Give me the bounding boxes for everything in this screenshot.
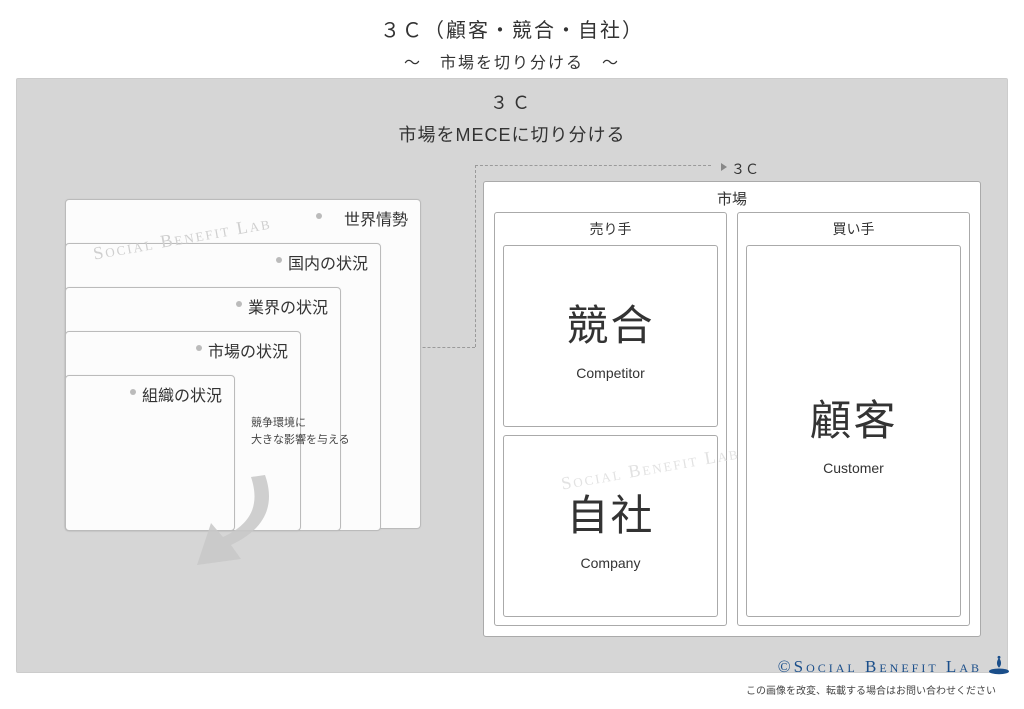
dot-icon bbox=[196, 345, 202, 351]
customer-cell: 顧客 Customer bbox=[746, 245, 961, 617]
competitor-jp: 競合 bbox=[566, 292, 654, 353]
three-c-frame: ３Ｃ 市場 売り手 競合 Competitor 自社 Company bbox=[483, 159, 981, 639]
page-title: ３Ｃ（顧客・競合・自社） bbox=[0, 0, 1024, 43]
arrowhead-icon bbox=[721, 163, 727, 171]
stack-label: 世界情勢 bbox=[344, 206, 408, 230]
dot-icon bbox=[316, 213, 322, 219]
stack-label: 業界の状況 bbox=[248, 294, 328, 318]
footer-note: この画像を改変、転載する場合はお問い合わせください bbox=[746, 682, 996, 697]
competitor-en: Competitor bbox=[576, 365, 644, 381]
seller-title: 売り手 bbox=[503, 219, 718, 239]
market-columns: 売り手 競合 Competitor 自社 Company 買い手 bbox=[494, 212, 970, 626]
connector-vertical bbox=[475, 165, 476, 347]
page-subtitle: 〜 市場を切り分ける 〜 bbox=[0, 49, 1024, 73]
market-box: 市場 売り手 競合 Competitor 自社 Company bbox=[483, 181, 981, 637]
brand-logo-icon bbox=[988, 655, 1010, 675]
seller-column: 売り手 競合 Competitor 自社 Company bbox=[494, 212, 727, 626]
company-en: Company bbox=[581, 555, 641, 571]
stack-label: 国内の状況 bbox=[288, 250, 368, 274]
market-title: 市場 bbox=[494, 188, 970, 209]
buyer-title: 買い手 bbox=[746, 219, 961, 239]
arrow-note-line2: 大きな影響を与える bbox=[251, 432, 350, 449]
competitor-cell: 競合 Competitor bbox=[503, 245, 718, 427]
page: ３Ｃ（顧客・競合・自社） 〜 市場を切り分ける 〜 ３Ｃ 市場をMECEに切り分… bbox=[0, 0, 1024, 709]
canvas-subheading: 市場をMECEに切り分ける bbox=[17, 121, 1007, 147]
company-cell: 自社 Company bbox=[503, 435, 718, 617]
stack-label: 市場の状況 bbox=[208, 338, 288, 362]
buyer-column: 買い手 顧客 Customer bbox=[737, 212, 970, 626]
customer-en: Customer bbox=[823, 460, 884, 476]
company-jp: 自社 bbox=[566, 482, 654, 543]
arrow-note-line1: 競争環境に bbox=[251, 415, 350, 432]
curved-arrow-icon bbox=[193, 471, 293, 581]
customer-jp: 顧客 bbox=[809, 387, 897, 448]
three-c-pointer-label: ３Ｃ bbox=[731, 159, 759, 179]
arrow-note: 競争環境に 大きな影響を与える bbox=[251, 415, 350, 448]
stack-label: 組織の状況 bbox=[142, 382, 222, 406]
dot-icon bbox=[276, 257, 282, 263]
diagram-canvas: ３Ｃ 市場をMECEに切り分ける 世界情勢 国内の状況 業界の状況 市場の状況 bbox=[16, 78, 1008, 673]
dot-icon bbox=[130, 389, 136, 395]
context-stack: 世界情勢 国内の状況 業界の状況 市場の状況 組織の状況 bbox=[65, 199, 425, 559]
canvas-heading: ３Ｃ bbox=[17, 79, 1007, 115]
footer-brand: ©Social Benefit Lab bbox=[778, 657, 982, 677]
dot-icon bbox=[236, 301, 242, 307]
